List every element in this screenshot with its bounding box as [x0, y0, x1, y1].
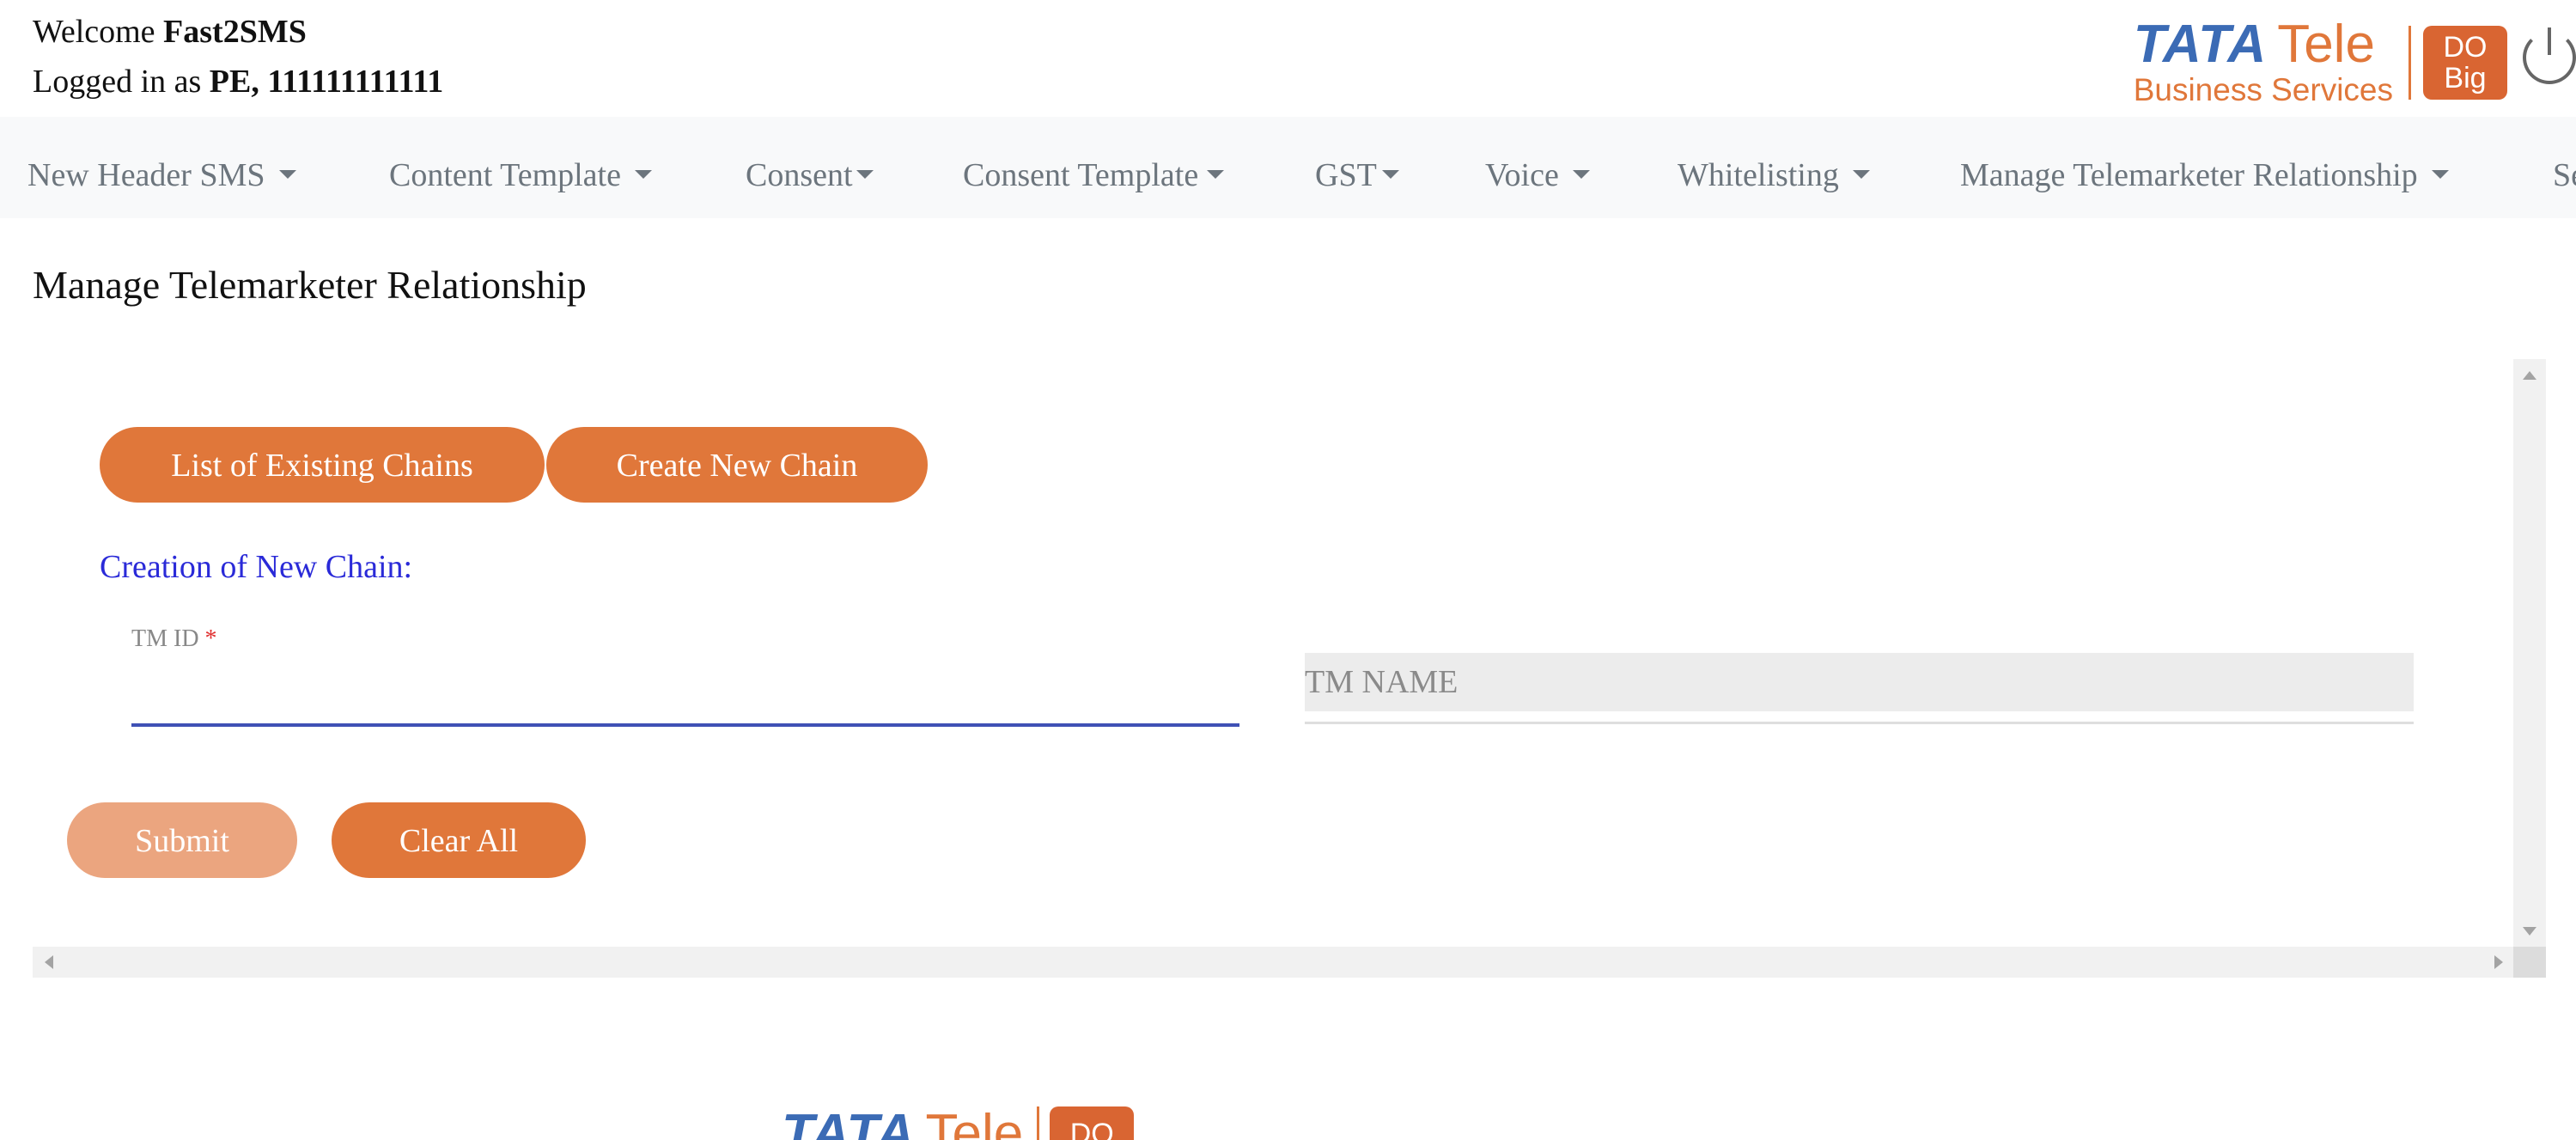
tm-name-underline: [1305, 722, 2414, 724]
logo-divider: [2409, 26, 2411, 100]
scroll-left-arrow-icon[interactable]: [45, 955, 53, 969]
logo-tagline: Business Services: [2133, 72, 2393, 107]
tm-name-input[interactable]: [1305, 653, 2414, 711]
tm-id-label: TM ID *: [131, 625, 217, 652]
nav-content-template[interactable]: Content Template: [389, 117, 652, 218]
scroll-up-arrow-icon[interactable]: [2523, 371, 2536, 380]
caret-down-icon: [1381, 170, 1399, 180]
logged-prefix: Logged in as: [33, 64, 202, 100]
power-icon[interactable]: [2523, 27, 2576, 84]
nav-new-header-sms[interactable]: New Header SMS: [27, 117, 296, 218]
welcome-prefix: Welcome: [33, 14, 155, 50]
caret-down-icon: [1852, 170, 1870, 180]
scrollbar-corner: [2513, 947, 2546, 978]
logo-tele: Tele: [2277, 15, 2375, 74]
caret-down-icon: [634, 170, 652, 180]
scroll-right-arrow-icon[interactable]: [2494, 955, 2503, 969]
user-id: PE, 111111111111: [209, 64, 444, 100]
required-marker: *: [204, 625, 217, 652]
footer-logo-tata: TATA: [782, 1106, 916, 1140]
logo-tata: TATA: [2133, 15, 2268, 74]
caret-down-icon: [856, 170, 874, 180]
caret-down-icon: [278, 170, 296, 180]
nav-voice[interactable]: Voice: [1485, 117, 1590, 218]
vertical-scrollbar[interactable]: [2513, 359, 2546, 948]
scroll-down-arrow-icon[interactable]: [2523, 927, 2536, 936]
brand-logo: TATA Tele Business Services DO Big: [2134, 17, 2507, 108]
section-label: Creation of New Chain:: [100, 549, 413, 585]
main-nav: New Header SMS Content Template Consent …: [0, 117, 2576, 218]
submit-button[interactable]: Submit: [67, 802, 297, 878]
welcome-block: Welcome Fast2SMS Logged in as PE, 111111…: [33, 7, 443, 107]
nav-consent[interactable]: Consent: [746, 117, 874, 218]
footer-logo-divider: [1037, 1106, 1040, 1140]
horizontal-scrollbar[interactable]: [33, 947, 2546, 978]
nav-gst[interactable]: GST: [1315, 117, 1399, 218]
welcome-line: Welcome Fast2SMS: [33, 7, 443, 57]
do-big-badge: DO Big: [2423, 26, 2507, 100]
caret-down-icon: [1207, 170, 1225, 180]
caret-down-icon: [1572, 170, 1590, 180]
nav-manage-telemarketer-relationship[interactable]: Manage Telemarketer Relationship: [1960, 117, 2449, 218]
create-new-chain-button[interactable]: Create New Chain: [546, 427, 928, 503]
footer-do-badge: DO: [1050, 1106, 1135, 1140]
logged-in-line: Logged in as PE, 111111111111: [33, 57, 443, 107]
nav-truncated-item[interactable]: Se: [2553, 117, 2576, 218]
logo-text: TATA Tele Business Services: [2134, 17, 2393, 108]
page-title: Manage Telemarketer Relationship: [33, 263, 587, 307]
nav-whitelisting[interactable]: Whitelisting: [1678, 117, 1870, 218]
footer-logo: TATA Tele DO: [782, 1106, 1135, 1140]
tm-id-input[interactable]: [131, 661, 1239, 727]
list-existing-chains-button[interactable]: List of Existing Chains: [100, 427, 545, 503]
footer-logo-tele: Tele: [925, 1106, 1024, 1140]
company-name: Fast2SMS: [163, 14, 307, 50]
nav-consent-template[interactable]: Consent Template: [963, 117, 1225, 218]
caret-down-icon: [2431, 170, 2449, 180]
clear-all-button[interactable]: Clear All: [332, 802, 586, 878]
